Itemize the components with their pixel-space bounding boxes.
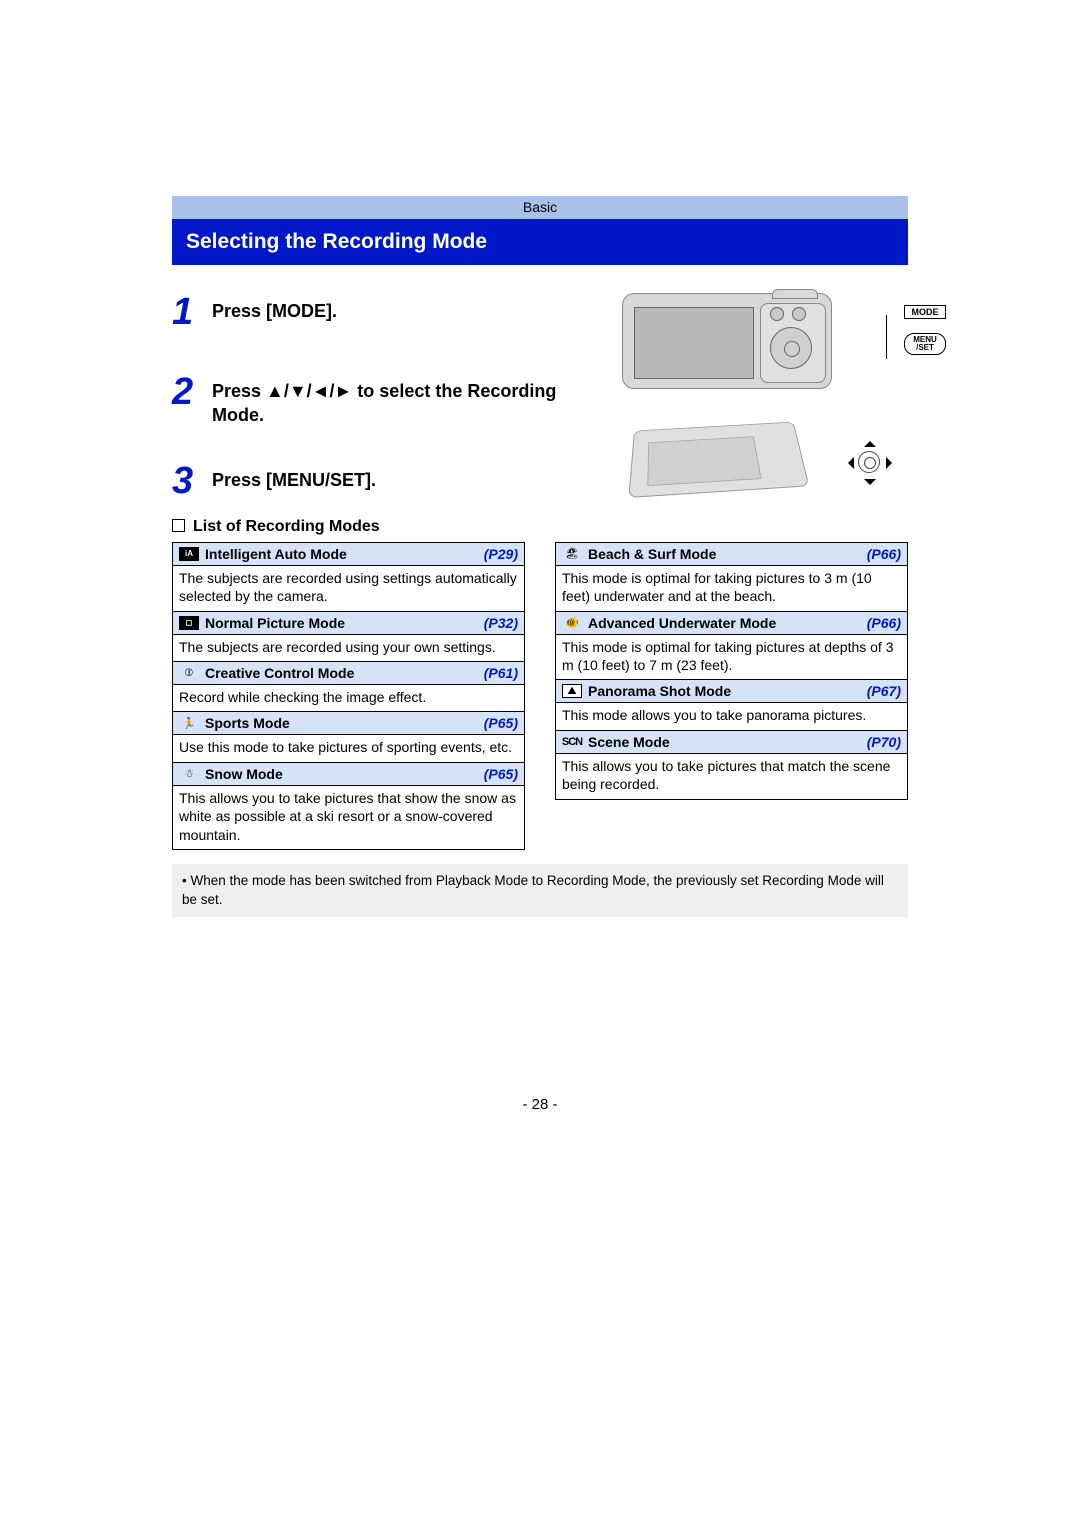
scene-icon: SCN	[562, 735, 582, 749]
mode-head-panorama: ⛰ Panorama Shot Mode (P67)	[556, 679, 907, 703]
mode-desc: This allows you to take pictures that sh…	[173, 786, 524, 849]
modes-col-left: iA Intelligent Auto Mode (P29) The subje…	[172, 542, 525, 851]
modes-heading: List of Recording Modes	[172, 518, 908, 536]
page-title: Selecting the Recording Mode	[172, 219, 908, 265]
mode-title: Normal Picture Mode	[205, 615, 345, 631]
step-number: 1	[172, 293, 212, 331]
dpad-icon	[842, 435, 898, 491]
mode-desc: The subjects are recorded using settings…	[173, 566, 524, 611]
ia-icon: iA	[179, 547, 199, 561]
menu-set-button-label: MENU /SET	[904, 333, 946, 355]
sports-icon: 🏃	[179, 716, 199, 730]
mode-title: Scene Mode	[588, 734, 670, 750]
modes-col-right: 🏖 Beach & Surf Mode (P66) This mode is o…	[555, 542, 908, 800]
mode-button-label: MODE	[904, 305, 946, 319]
creative-icon: ⦶	[179, 666, 199, 680]
camera-illustration: MODE MENU /SET	[622, 293, 902, 393]
underwater-icon: 🐠	[562, 616, 582, 630]
mode-desc: This mode allows you to take panorama pi…	[556, 703, 907, 729]
step-number: 2	[172, 373, 212, 411]
step-number: 3	[172, 462, 212, 500]
mode-head-beach: 🏖 Beach & Surf Mode (P66)	[556, 543, 907, 566]
footer-note: When the mode has been switched from Pla…	[172, 864, 908, 916]
page-ref-link[interactable]: (P32)	[484, 615, 518, 631]
mode-head-underwater: 🐠 Advanced Underwater Mode (P66)	[556, 611, 907, 635]
mode-head-sports: 🏃 Sports Mode (P65)	[173, 711, 524, 735]
page-ref-link[interactable]: (P65)	[484, 715, 518, 731]
mode-desc: The subjects are recorded using your own…	[173, 635, 524, 661]
camera-icon: ◻	[179, 616, 199, 630]
mode-title: Creative Control Mode	[205, 665, 354, 681]
mode-title: Advanced Underwater Mode	[588, 615, 776, 631]
mode-title: Intelligent Auto Mode	[205, 546, 347, 562]
page-number: - 28 -	[172, 1096, 908, 1113]
page-ref-link[interactable]: (P66)	[867, 615, 901, 631]
step-text: Press [MENU/SET].	[212, 468, 376, 492]
mode-head-ia: iA Intelligent Auto Mode (P29)	[173, 543, 524, 566]
beach-icon: 🏖	[562, 547, 582, 561]
mode-desc: Record while checking the image effect.	[173, 685, 524, 711]
mode-desc: This allows you to take pictures that ma…	[556, 754, 907, 799]
step-text: Press ▲/▼/◄/► to select the Recording Mo…	[212, 379, 562, 428]
camera-tilt-illustration	[622, 413, 902, 503]
snow-icon: ☃	[179, 767, 199, 781]
mode-desc: This mode is optimal for taking pictures…	[556, 566, 907, 611]
page-ref-link[interactable]: (P29)	[484, 546, 518, 562]
mode-head-creative: ⦶ Creative Control Mode (P61)	[173, 661, 524, 685]
page-ref-link[interactable]: (P61)	[484, 665, 518, 681]
mode-head-snow: ☃ Snow Mode (P65)	[173, 762, 524, 786]
mode-title: Panorama Shot Mode	[588, 683, 731, 699]
mode-desc: This mode is optimal for taking pictures…	[556, 635, 907, 680]
step-text: Press [MODE].	[212, 299, 337, 323]
section-label: Basic	[172, 196, 908, 219]
modes-table: iA Intelligent Auto Mode (P29) The subje…	[172, 542, 908, 851]
mode-title: Beach & Surf Mode	[588, 546, 716, 562]
page-ref-link[interactable]: (P67)	[867, 683, 901, 699]
mode-title: Sports Mode	[205, 715, 290, 731]
page-ref-link[interactable]: (P70)	[867, 734, 901, 750]
mode-desc: Use this mode to take pictures of sporti…	[173, 735, 524, 761]
mode-head-normal: ◻ Normal Picture Mode (P32)	[173, 611, 524, 635]
mode-title: Snow Mode	[205, 766, 283, 782]
mode-head-scene: SCN Scene Mode (P70)	[556, 730, 907, 754]
panorama-icon: ⛰	[562, 684, 582, 698]
page-ref-link[interactable]: (P65)	[484, 766, 518, 782]
page-ref-link[interactable]: (P66)	[867, 546, 901, 562]
